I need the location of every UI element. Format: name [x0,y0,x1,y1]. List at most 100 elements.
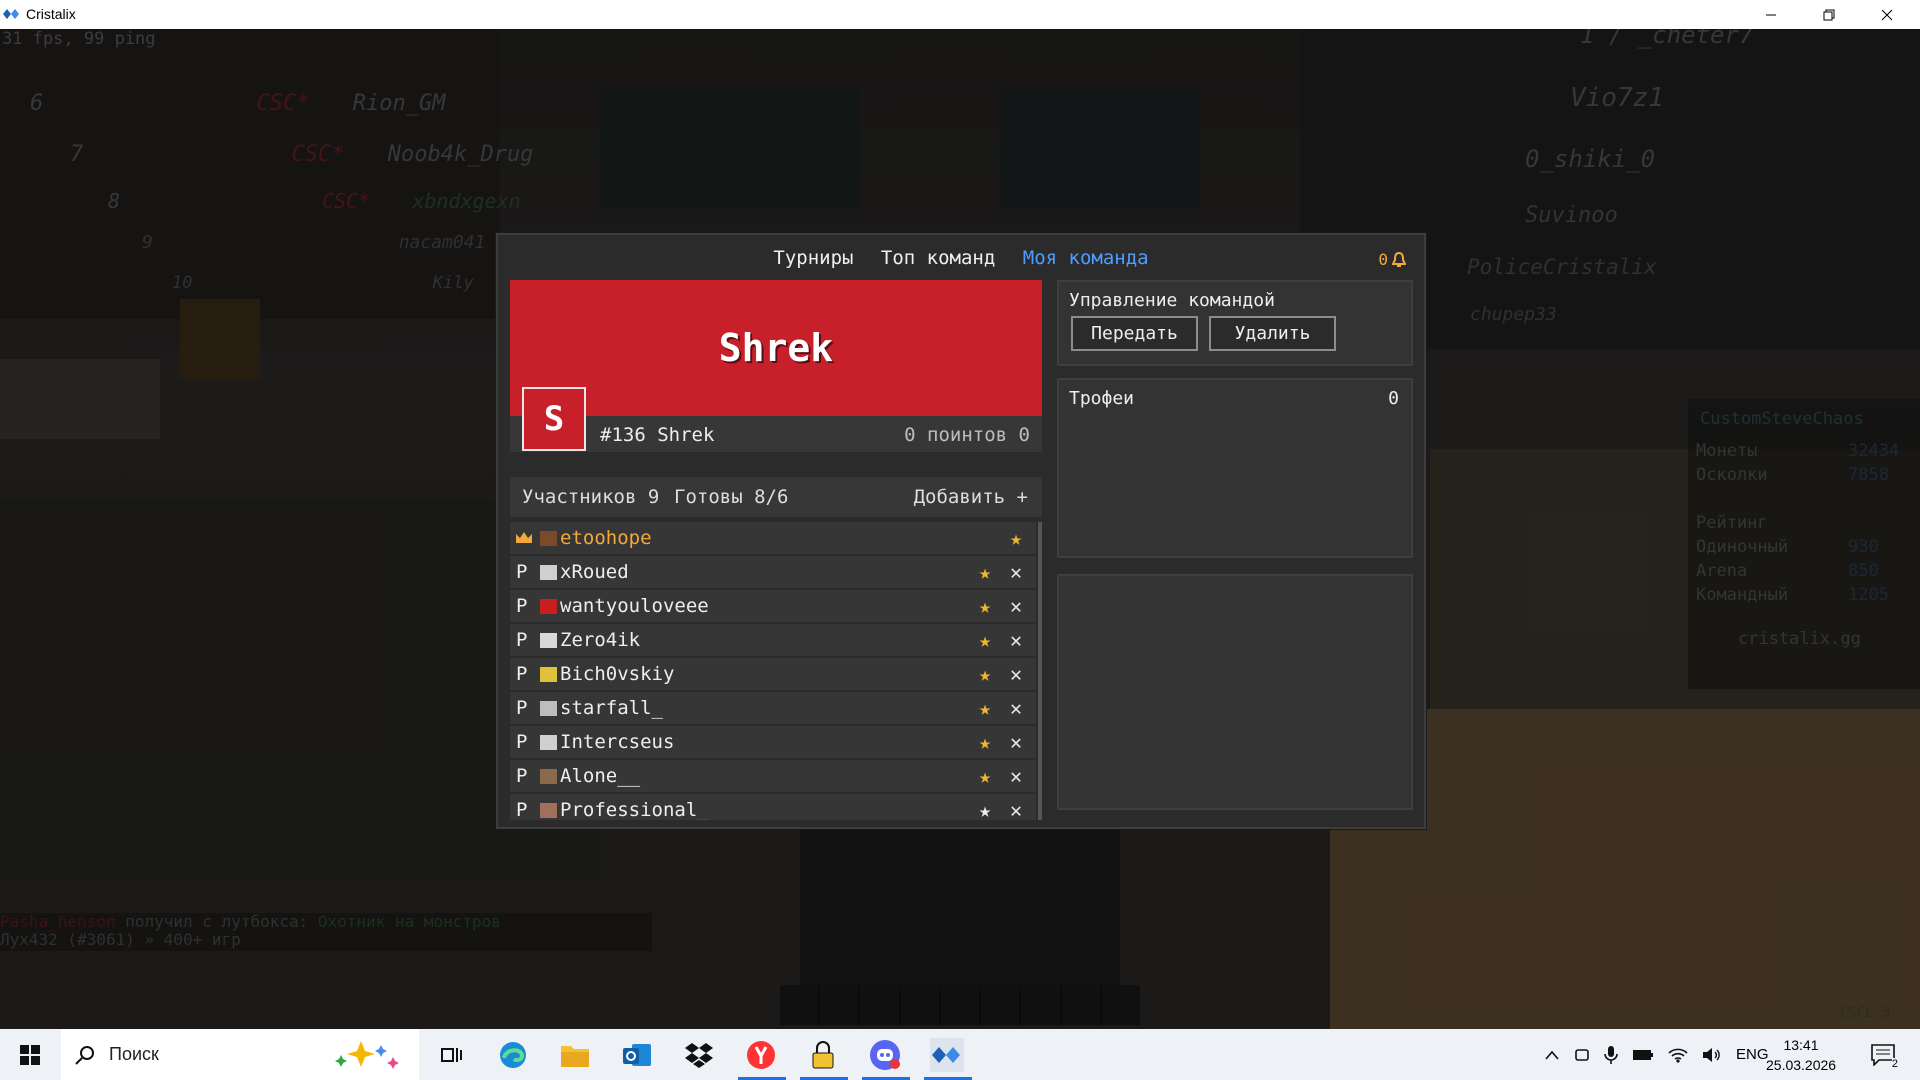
members-header: Участников 9 Готовы 8/6 Добавить + [510,477,1042,517]
member-role: P [516,595,528,617]
member-nick: xRoued [560,561,629,583]
meet-now-icon[interactable] [1574,1046,1590,1064]
member-row[interactable]: P Bich0vskiy ★ ✕ [510,658,1036,690]
cristalix-taskbar-button[interactable] [930,1038,964,1072]
kick-member-icon[interactable]: ✕ [1010,730,1022,754]
player-head-icon [540,701,557,716]
battery-icon[interactable] [1632,1048,1654,1062]
notification-center-button[interactable]: 2 [1866,1038,1900,1072]
search-highlight-sparkles-icon [335,1041,399,1069]
promote-star-icon[interactable]: ★ [979,560,991,584]
kick-member-icon[interactable]: ✕ [1010,560,1022,584]
member-nick: Professional_ [560,799,709,820]
tab-my-team[interactable]: Моя команда [1023,247,1149,269]
promote-star-icon[interactable]: ★ [979,696,991,720]
trophies-count: 0 [1388,388,1399,409]
member-row[interactable]: P Zero4ik ★ ✕ [510,624,1036,656]
team-badge: S [522,387,586,451]
member-nick: starfall_ [560,697,663,719]
lock-icon [812,1041,834,1069]
member-row[interactable]: P Alone__ ★ ✕ [510,760,1036,792]
kick-member-icon[interactable]: ✕ [1010,798,1022,820]
task-view-button[interactable] [434,1038,468,1072]
kick-member-icon[interactable]: ✕ [1010,662,1022,686]
outlook-icon [623,1044,651,1066]
vpn-lock-button[interactable] [806,1038,840,1072]
promote-star-icon[interactable]: ★ [979,628,991,652]
windows-logo-icon [20,1045,40,1065]
members-ready: Готовы 8/6 [674,486,789,508]
restore-button[interactable] [1800,0,1858,29]
outlook-button[interactable] [620,1038,654,1072]
minimize-button[interactable] [1742,0,1800,29]
clock-time: 13:41 [1783,1037,1819,1053]
member-row[interactable]: P Professional_ ★ ✕ [510,794,1036,820]
management-panel: Управление командой Передать Удалить [1057,280,1413,366]
yandex-browser-button[interactable] [744,1038,778,1072]
trophies-title: Трофеи [1069,388,1135,409]
system-tray: ENG [1544,1029,1769,1080]
member-row[interactable]: P xRoued ★ ✕ [510,556,1036,588]
volume-icon[interactable] [1702,1047,1722,1063]
dropbox-icon [685,1043,713,1068]
members-scrollbar[interactable] [1038,522,1042,820]
discord-button[interactable] [868,1038,902,1072]
member-row[interactable]: P starfall_ ★ ✕ [510,692,1036,724]
player-head-icon [540,531,557,546]
player-head-icon [540,565,557,580]
dropbox-button[interactable] [682,1038,716,1072]
member-row[interactable]: P wantyouloveee ★ ✕ [510,590,1036,622]
kick-member-icon[interactable]: ✕ [1010,628,1022,652]
trophies-panel: Трофеи 0 [1057,378,1413,558]
discord-icon [870,1040,900,1070]
start-button[interactable] [13,1038,47,1072]
dialog-tabs: Турниры Топ команд Моя команда [498,247,1424,269]
member-role: P [516,731,528,753]
chevron-up-icon[interactable] [1544,1050,1560,1060]
kick-member-icon[interactable]: ✕ [1010,594,1022,618]
members-count: Участников 9 [522,486,660,508]
promote-star-icon[interactable]: ★ [979,594,991,618]
bell-icon [1392,251,1406,267]
member-row-owner[interactable]: etoohope ★ [510,522,1036,554]
add-member-button[interactable]: Добавить + [914,486,1028,508]
file-explorer-button[interactable] [558,1038,592,1072]
kick-member-icon[interactable]: ✕ [1010,764,1022,788]
close-window-button[interactable] [1858,0,1916,29]
wifi-icon[interactable] [1668,1047,1688,1063]
window-title-bar: Cristalix [0,0,1920,29]
team-name: Shrek [718,326,834,370]
clock[interactable]: 13:41 25.03.2026 [1766,1035,1836,1075]
member-nick: Alone__ [560,765,641,787]
edge-taskbar-button[interactable] [496,1038,530,1072]
notification-count: 0 [1378,250,1388,269]
transfer-button[interactable]: Передать [1071,316,1198,351]
microphone-icon[interactable] [1604,1045,1618,1065]
task-view-icon [441,1048,462,1062]
cristalix-logo-icon [3,9,19,19]
promote-star-icon[interactable]: ★ [979,764,991,788]
player-head-icon [540,803,557,818]
edge-icon [500,1042,526,1068]
member-role: P [516,765,528,787]
promote-star-icon[interactable]: ★ [979,730,991,754]
tab-top-teams[interactable]: Топ команд [881,247,995,269]
player-head-icon [540,633,557,648]
notifications-button[interactable]: 0 [1378,250,1406,269]
empty-panel [1057,574,1413,810]
windows-taskbar: Поиск ENG 13:41 25.03.2026 2 [0,1029,1920,1080]
delete-team-button[interactable]: Удалить [1209,316,1336,351]
kick-member-icon[interactable]: ✕ [1010,696,1022,720]
taskbar-search-box[interactable]: Поиск [61,1029,419,1080]
member-role: P [516,799,528,820]
input-language[interactable]: ENG [1736,1046,1769,1063]
promote-star-icon[interactable]: ★ [979,662,991,686]
tab-tournaments[interactable]: Турниры [773,247,853,269]
team-banner: Shrek [510,280,1042,416]
cristalix-logo-icon [932,1047,960,1063]
clock-date: 25.03.2026 [1766,1057,1837,1073]
promote-star-icon[interactable]: ★ [979,798,991,820]
team-dialog: Турниры Топ команд Моя команда 0 Shrek S… [496,233,1426,829]
member-row[interactable]: P Intercseus ★ ✕ [510,726,1036,758]
window-title: Cristalix [26,6,76,22]
